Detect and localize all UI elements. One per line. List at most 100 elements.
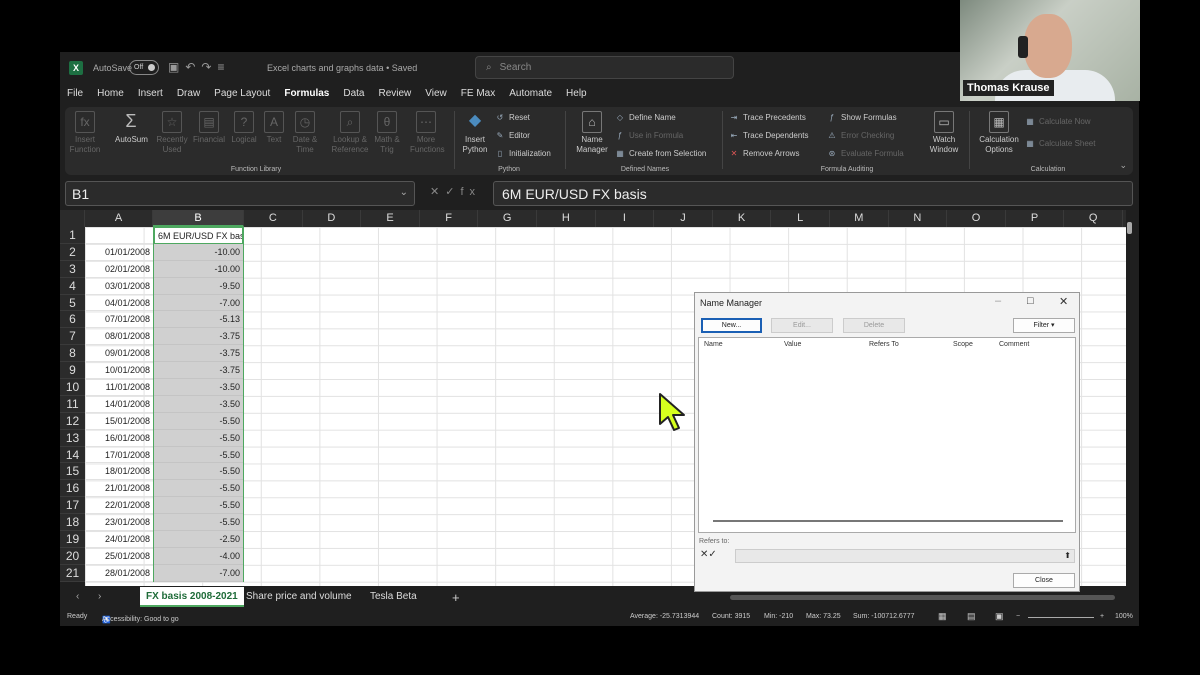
row-header[interactable]: 9	[60, 362, 85, 380]
date-cell[interactable]: 22/01/2008	[85, 497, 153, 515]
column-header-b[interactable]: B	[153, 210, 244, 227]
column-header-j[interactable]: J	[654, 210, 713, 227]
name-box[interactable]: B1 ⌄	[65, 181, 415, 206]
tab-page-layout[interactable]: Page Layout	[207, 88, 277, 106]
value-cell[interactable]: -3.50	[154, 396, 243, 413]
recently-used-button[interactable]: ☆ Recently Used	[156, 111, 188, 155]
row-header[interactable]: 1	[60, 227, 85, 244]
row-header[interactable]: 12	[60, 412, 85, 430]
date-cell[interactable]: 23/01/2008	[85, 514, 153, 532]
refers-to-input[interactable]: ⬆	[735, 549, 1075, 563]
date-cell[interactable]: 10/01/2008	[85, 362, 153, 380]
date-cell[interactable]: 17/01/2008	[85, 447, 153, 464]
trace-dependents-button[interactable]: ⇤ Trace Dependents	[729, 129, 809, 143]
evaluate-formula-button[interactable]: ⊛ Evaluate Formula	[827, 147, 904, 161]
date-cell[interactable]: 14/01/2008	[85, 396, 153, 413]
column-header-e[interactable]: E	[361, 210, 420, 227]
value-cell[interactable]: -9.50	[154, 278, 243, 295]
row-header[interactable]: 5	[60, 294, 85, 312]
formula-input[interactable]: 6M EUR/USD FX basis	[493, 181, 1133, 206]
tab-view[interactable]: View	[418, 88, 454, 106]
financial-button[interactable]: ▤ Financial	[193, 111, 225, 145]
zoom-out-icon[interactable]: −	[1016, 613, 1020, 620]
row-header[interactable]: 17	[60, 497, 85, 515]
value-cell[interactable]: -5.50	[154, 497, 243, 515]
confirm-icon[interactable]: ✓	[708, 549, 716, 560]
remove-arrows-button[interactable]: ✕ Remove Arrows	[729, 147, 800, 161]
define-name-button[interactable]: ◇ Define Name	[615, 111, 676, 125]
column-header-l[interactable]: L	[771, 210, 830, 227]
normal-view-icon[interactable]: ▦	[938, 611, 947, 622]
document-title[interactable]: Excel charts and graphs data • Saved	[267, 63, 417, 73]
next-sheet-icon[interactable]: ›	[98, 591, 101, 602]
row-header[interactable]: 19	[60, 531, 85, 548]
quick-access-toolbar[interactable]: ▣↶↷≡	[168, 60, 230, 74]
column-header-value[interactable]: Value	[784, 341, 801, 348]
tab-insert[interactable]: Insert	[131, 88, 170, 106]
row-header[interactable]: 7	[60, 328, 85, 346]
tab-fe-max[interactable]: FE Max	[454, 88, 502, 106]
sheet-tab[interactable]: FX basis 2008-2021	[140, 587, 244, 607]
reset-button[interactable]: ↺ Reset	[495, 111, 530, 125]
search-input[interactable]: ⌕ Search	[475, 56, 734, 79]
value-cell[interactable]: -5.13	[154, 311, 243, 329]
date-cell[interactable]: 09/01/2008	[85, 345, 153, 363]
value-cell[interactable]: -4.00	[154, 548, 243, 565]
tab-automate[interactable]: Automate	[502, 88, 559, 106]
zoom-in-icon[interactable]: +	[1100, 613, 1104, 620]
create-from-selection-button[interactable]: ▦ Create from Selection	[615, 147, 706, 161]
use-in-formula-button[interactable]: ƒ Use in Formula	[615, 129, 683, 143]
value-cell[interactable]: -3.50	[154, 379, 243, 396]
customize-icon[interactable]: ≡	[217, 60, 230, 74]
lookup-reference-button[interactable]: ⌕ Lookup & Reference	[329, 111, 371, 155]
column-header-m[interactable]: M	[830, 210, 889, 227]
watch-window-button[interactable]: ▭ Watch Window	[925, 111, 963, 155]
date-cell[interactable]: 08/01/2008	[85, 328, 153, 346]
new-name-button[interactable]: New...	[701, 318, 762, 333]
row-header[interactable]: 3	[60, 260, 85, 278]
value-cell[interactable]: -5.50	[154, 413, 243, 430]
ribbon-collapse-icon[interactable]: ⌄	[1119, 160, 1127, 171]
row-header[interactable]: 8	[60, 345, 85, 363]
column-header-i[interactable]: I	[596, 210, 655, 227]
date-cell[interactable]: 11/01/2008	[85, 379, 153, 396]
value-cell[interactable]: -7.00	[154, 565, 243, 582]
value-cell[interactable]: -7.00	[154, 295, 243, 312]
zoom-slider[interactable]	[1028, 617, 1094, 618]
show-formulas-button[interactable]: ƒ Show Formulas	[827, 111, 897, 125]
cell-b1[interactable]: 6M EUR/USD FX basis	[154, 227, 243, 244]
names-list[interactable]: Name Value Refers To Scope Comment	[698, 337, 1076, 533]
value-cell[interactable]: -3.75	[154, 362, 243, 380]
close-button[interactable]: Close	[1013, 573, 1075, 588]
name-manager-button[interactable]: ⌂ Name Manager	[574, 111, 610, 155]
tab-home[interactable]: Home	[90, 88, 131, 106]
date-cell[interactable]: 03/01/2008	[85, 278, 153, 295]
sheet-tab[interactable]: Share price and volume	[240, 587, 358, 607]
row-header[interactable]: 15	[60, 463, 85, 481]
row-header[interactable]: 20	[60, 547, 85, 565]
tab-data[interactable]: Data	[336, 88, 371, 106]
column-header-p[interactable]: P	[1006, 210, 1065, 227]
confirm-icon[interactable]: ✓	[445, 186, 460, 198]
insert-function-button[interactable]: fx Insert Function	[69, 111, 101, 155]
sheet-tab[interactable]: Tesla Beta	[364, 587, 423, 607]
row-header[interactable]: 4	[60, 277, 85, 295]
more-functions-button[interactable]: ⋯ More Functions	[410, 111, 445, 155]
zoom-level[interactable]: 100%	[1115, 613, 1133, 620]
date-cell[interactable]: 16/01/2008	[85, 430, 153, 447]
edit-name-button[interactable]: Edit...	[771, 318, 833, 333]
column-header-n[interactable]: N	[889, 210, 948, 227]
date-cell[interactable]: 24/01/2008	[85, 531, 153, 548]
column-header-q[interactable]: Q	[1064, 210, 1123, 227]
vertical-scrollbar[interactable]	[1126, 212, 1134, 586]
value-cell[interactable]: -2.50	[154, 531, 243, 548]
column-header-c[interactable]: C	[244, 210, 303, 227]
column-header-scope[interactable]: Scope	[953, 341, 973, 348]
value-cell[interactable]: -10.00	[154, 261, 243, 278]
calculate-sheet-button[interactable]: ▦ Calculate Sheet	[1025, 137, 1095, 151]
row-header[interactable]: 21	[60, 564, 85, 582]
save-icon[interactable]: ▣	[168, 60, 185, 74]
tab-help[interactable]: Help	[559, 88, 594, 106]
column-header-g[interactable]: G	[478, 210, 537, 227]
column-header-f[interactable]: F	[420, 210, 479, 227]
